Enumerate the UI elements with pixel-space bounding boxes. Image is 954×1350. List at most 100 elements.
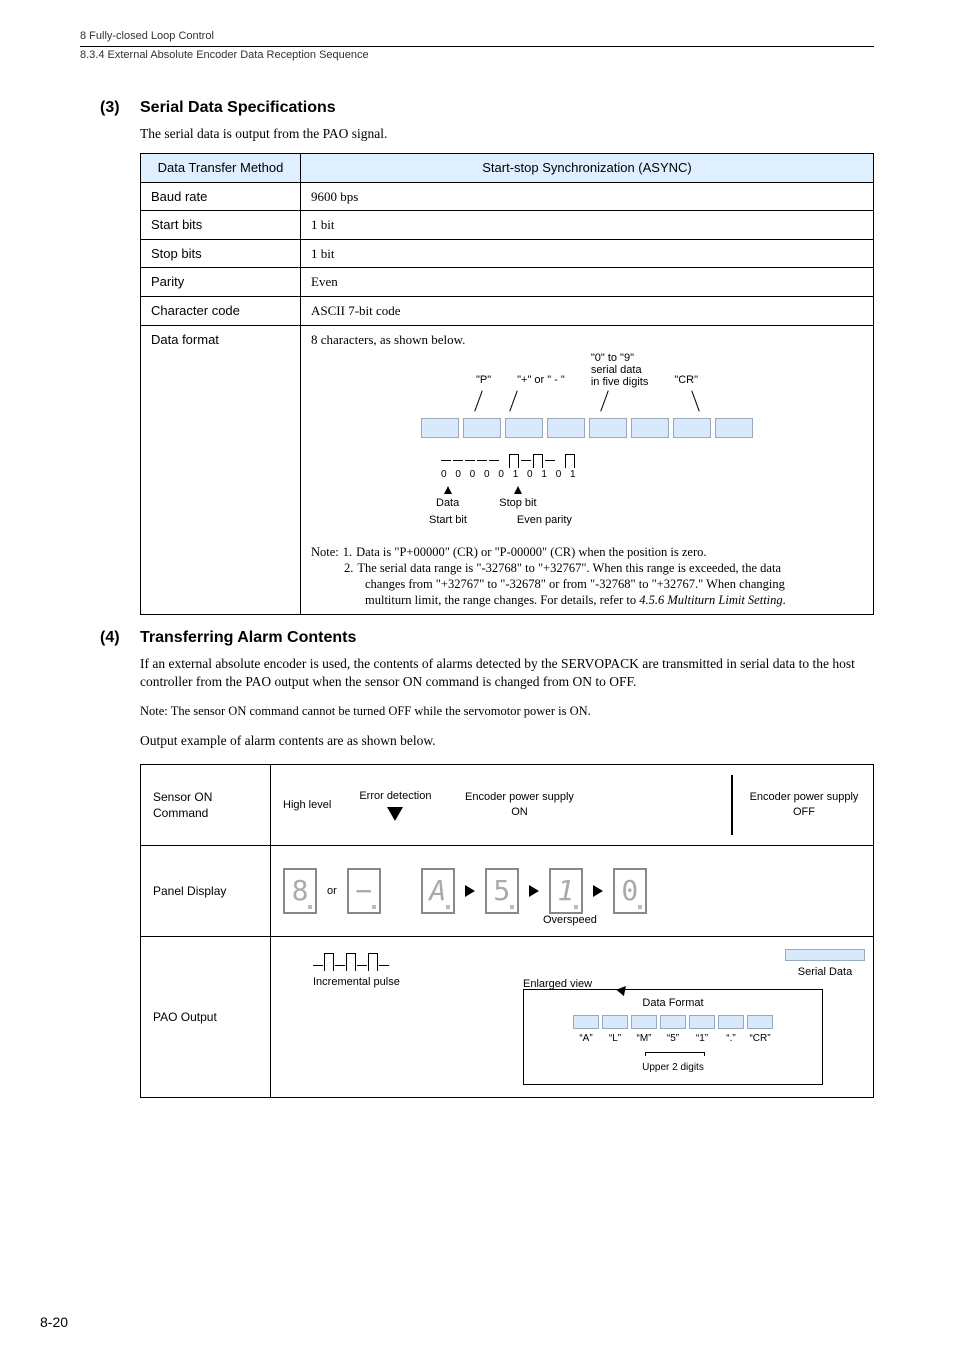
- note-2c-end: .: [783, 593, 786, 607]
- note-head: Note:: [311, 544, 339, 560]
- start-bit-label: Start bit: [429, 513, 467, 528]
- seven-seg-icon: A: [421, 868, 455, 914]
- enlarged-box: Data Format “A”: [523, 989, 823, 1085]
- charcode-value: ASCII 7-bit code: [301, 296, 874, 325]
- df2-char-box: [660, 1015, 686, 1029]
- bit-waveform: [441, 454, 823, 468]
- df-digits-2: serial data: [591, 364, 648, 376]
- enc-off-box: Encoder power supply OFF: [731, 775, 861, 835]
- alarm-row-panel-diagram: 8 or − A 5 1 0 Overspeed: [271, 846, 874, 937]
- page-number: 8-20: [40, 1314, 68, 1330]
- arrow-up-icon: [514, 486, 522, 494]
- baud-value: 9600 bps: [301, 182, 874, 211]
- df-p-label: "P": [476, 373, 491, 388]
- stopbits-label: Stop bits: [141, 239, 301, 268]
- serial-data-label: Serial Data: [785, 965, 865, 980]
- note-2b-text: changes from "+32767" to "-32678" or fro…: [311, 576, 863, 592]
- arrow-up-icon: [444, 486, 452, 494]
- df-char-box: [505, 418, 543, 438]
- note-1-text: Data is "P+00000" (CR) or "P-00000" (CR)…: [356, 544, 706, 560]
- parity-label: Parity: [141, 268, 301, 297]
- alarm-row-pao-diagram: Incremental pulse Serial Data Enlarged v…: [271, 937, 874, 1098]
- df2-char-box: [689, 1015, 715, 1029]
- enc-on-label: Encoder power supply ON: [459, 790, 579, 820]
- dataformat-value: 8 characters, as shown below.: [311, 332, 465, 347]
- leader-line: [691, 391, 699, 412]
- df2-char-box: [718, 1015, 744, 1029]
- heading-3-num: (3): [100, 99, 126, 117]
- chapter-line: 8 Fully-closed Loop Control: [80, 30, 874, 42]
- spec-table: Data Transfer Method Start-stop Synchron…: [140, 153, 874, 614]
- alarm-row-panel-label: Panel Display: [141, 846, 271, 937]
- sec4-note-text: The sensor ON command cannot be turned O…: [171, 704, 591, 718]
- serial-data-bar: [785, 949, 865, 961]
- note-2a-text: The serial data range is "-32768" to "+3…: [357, 560, 781, 576]
- df-digits-3: in five digits: [591, 376, 648, 388]
- sec4-para: If an external absolute encoder is used,…: [140, 655, 874, 691]
- df-char-box: [421, 418, 459, 438]
- heading-4-num: (4): [100, 629, 126, 647]
- df2-char-box: [747, 1015, 773, 1029]
- pulse-waveform-icon: [313, 953, 400, 971]
- leader-line: [474, 391, 482, 412]
- overspeed-label: Overspeed: [543, 913, 597, 928]
- sec4-note: Note: The sensor ON command cannot be tu…: [140, 703, 874, 720]
- df-char-box: [673, 418, 711, 438]
- dataformat-cell: 8 characters, as shown below. "P" "+" or…: [301, 325, 874, 614]
- note-2-num: 2.: [344, 560, 353, 576]
- bit-digits: 0 0 0 0 0 1 0 1 0 1: [441, 468, 823, 482]
- spec-header-right: Start-stop Synchronization (ASYNC): [301, 154, 874, 183]
- note-2c-ref: 4.5.6 Multiturn Limit Setting: [639, 593, 782, 607]
- seven-seg-icon: −: [347, 868, 381, 914]
- heading-3: (3) Serial Data Specifications: [100, 99, 874, 117]
- df2-char-box: [631, 1015, 657, 1029]
- enc-off-label: Encoder power supply OFF: [747, 790, 861, 820]
- df-cr-label: "CR": [674, 373, 698, 388]
- even-parity-label: Even parity: [517, 513, 572, 528]
- or-text: or: [327, 884, 337, 899]
- section-line: 8.3.4 External Absolute Encoder Data Rec…: [80, 49, 874, 61]
- df-digits-1: "0" to "9": [591, 352, 648, 364]
- df-char-box: [715, 418, 753, 438]
- leader-line: [509, 391, 517, 412]
- df-sign-label: "+" or " - ": [517, 373, 565, 388]
- note-2c-text: multiturn limit, the range changes. For …: [365, 593, 639, 607]
- alarm-row-pao-label: PAO Output: [141, 937, 271, 1098]
- df2-char-box: [573, 1015, 599, 1029]
- sec3-intro: The serial data is output from the PAO s…: [140, 125, 874, 143]
- data-format-title: Data Format: [534, 996, 812, 1011]
- df-char-box: [547, 418, 585, 438]
- stopbits-value: 1 bit: [301, 239, 874, 268]
- charcode-label: Character code: [141, 296, 301, 325]
- arrow-right-icon: [529, 885, 539, 897]
- error-det-label: Error detection: [359, 789, 431, 804]
- seven-seg-icon: 0: [613, 868, 647, 914]
- page-header: 8 Fully-closed Loop Control 8.3.4 Extern…: [0, 30, 954, 61]
- heading-4-title: Transferring Alarm Contents: [140, 629, 356, 647]
- data-label: Data: [436, 496, 459, 511]
- startbits-value: 1 bit: [301, 211, 874, 240]
- down-triangle-icon: [387, 807, 403, 821]
- df-char-box: [631, 418, 669, 438]
- df-char-box: [589, 418, 627, 438]
- dataformat-diagram: "P" "+" or " - " "0" to "9" serial data …: [311, 348, 863, 535]
- alarm-row-sensor-label: Sensor ON Command: [141, 765, 271, 846]
- df2-char-box: [602, 1015, 628, 1029]
- baud-label: Baud rate: [141, 182, 301, 211]
- leader-line: [600, 391, 608, 412]
- df-char-box: [463, 418, 501, 438]
- dataformat-label: Data format: [141, 325, 301, 614]
- parity-value: Even: [301, 268, 874, 297]
- sec4-note-head: Note:: [140, 704, 168, 718]
- sec4-outline: Output example of alarm contents are as …: [140, 732, 874, 750]
- header-rule: [80, 46, 874, 47]
- upper2-label: Upper 2 digits: [534, 1047, 812, 1074]
- arrow-right-icon: [593, 885, 603, 897]
- dataformat-note: Note: 1. Data is "P+00000" (CR) or "P-00…: [311, 544, 863, 609]
- note-1-num: 1.: [343, 544, 352, 560]
- heading-3-title: Serial Data Specifications: [140, 99, 336, 117]
- arrow-right-icon: [465, 885, 475, 897]
- startbits-label: Start bits: [141, 211, 301, 240]
- df-char-row: [351, 418, 823, 438]
- seven-seg-icon: 8: [283, 868, 317, 914]
